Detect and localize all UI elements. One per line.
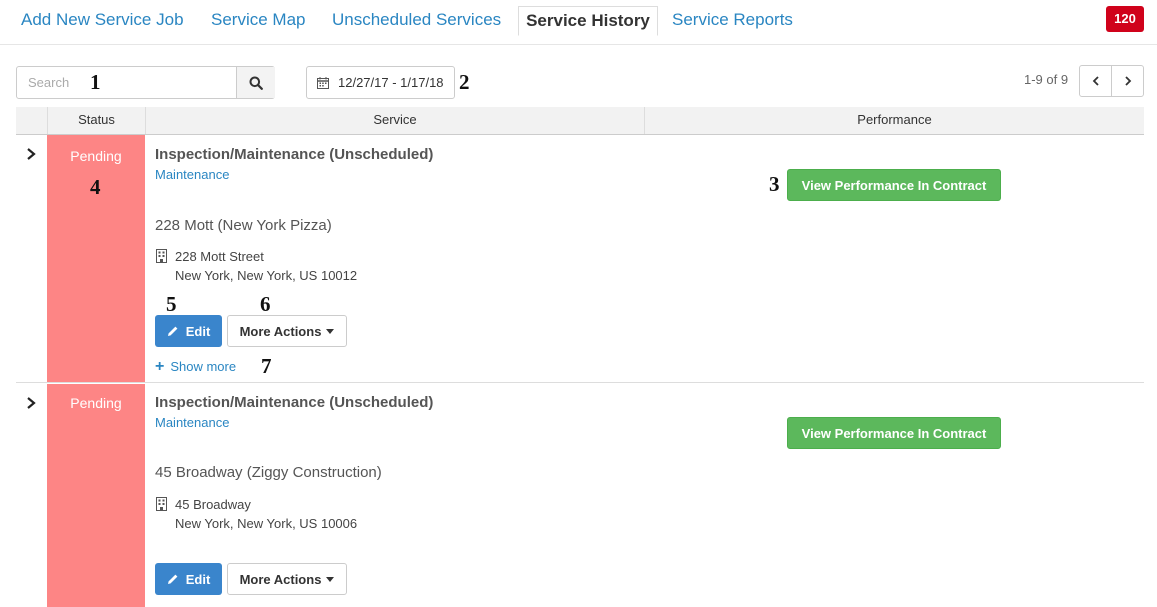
search-icon — [249, 76, 263, 90]
plus-icon: + — [155, 358, 165, 375]
notification-badge[interactable]: 120 — [1106, 6, 1144, 32]
caret-down-icon — [326, 328, 335, 334]
column-header-service: Service — [145, 107, 644, 134]
more-actions-label: More Actions — [239, 323, 322, 339]
view-performance-button[interactable]: View Performance In Contract — [787, 417, 1001, 449]
pencil-icon — [167, 326, 178, 336]
address-line-1: 45 Broadway — [175, 497, 251, 512]
pagination-count: 1-9 of 9 — [1024, 72, 1069, 87]
more-actions-label: More Actions — [239, 571, 322, 587]
column-header-performance: Performance — [644, 107, 1144, 134]
annotation-5: 5 — [166, 292, 177, 316]
annotation-6: 6 — [260, 292, 271, 316]
show-more-link[interactable]: + Show more — [155, 358, 237, 375]
expand-chevron-icon[interactable] — [24, 396, 38, 410]
service-location: 45 Broadway (Ziggy Construction) — [155, 464, 382, 481]
status-badge: Pending — [70, 148, 122, 164]
chevron-right-icon — [1124, 76, 1131, 86]
service-title: Inspection/Maintenance (Unscheduled) — [155, 394, 434, 411]
caret-down-icon — [326, 576, 335, 582]
pencil-icon — [167, 574, 178, 584]
service-type-link[interactable]: Maintenance — [155, 415, 229, 430]
edit-label: Edit — [185, 323, 211, 339]
more-actions-button[interactable]: More Actions — [227, 563, 347, 595]
table-row: Pending Inspection/Maintenance (Unschedu… — [16, 384, 1144, 607]
nav-add-new-service-job[interactable]: Add New Service Job — [21, 10, 184, 30]
nav-unscheduled-services[interactable]: Unscheduled Services — [332, 10, 501, 30]
search-button[interactable] — [236, 67, 275, 98]
view-performance-button[interactable]: View Performance In Contract — [787, 169, 1001, 201]
date-range-picker[interactable]: 12/27/17 - 1/17/18 — [306, 66, 455, 99]
more-actions-button[interactable]: More Actions — [227, 315, 347, 347]
edit-button[interactable]: Edit — [155, 563, 222, 595]
nav-service-map[interactable]: Service Map — [211, 10, 305, 30]
address-line-1: 228 Mott Street — [175, 249, 264, 264]
annotation-2: 2 — [459, 70, 470, 94]
nav-service-history-tab[interactable]: Service History — [518, 6, 658, 36]
annotation-4: 4 — [90, 175, 101, 199]
pagination-prev-button[interactable] — [1079, 65, 1112, 97]
building-icon — [156, 249, 167, 263]
calendar-icon — [317, 76, 329, 89]
search-input[interactable] — [17, 67, 236, 98]
annotation-1: 1 — [90, 70, 101, 94]
column-header-status: Status — [47, 107, 145, 134]
building-icon — [156, 497, 167, 511]
annotation-7: 7 — [261, 354, 272, 378]
status-badge: Pending — [70, 395, 122, 411]
date-range-text: 12/27/17 - 1/17/18 — [338, 75, 444, 90]
status-cell: Pending — [47, 384, 145, 607]
pagination-next-button[interactable] — [1111, 65, 1144, 97]
search-box — [16, 66, 275, 99]
address-line-2: New York, New York, US 10012 — [175, 268, 358, 283]
status-cell: Pending 4 — [47, 135, 145, 382]
edit-label: Edit — [185, 571, 211, 587]
expand-chevron-icon[interactable] — [24, 147, 38, 161]
chevron-left-icon — [1092, 76, 1099, 86]
service-location: 228 Mott (New York Pizza) — [155, 217, 332, 234]
nav-service-reports[interactable]: Service Reports — [672, 10, 793, 30]
table-row: Pending 4 Inspection/Maintenance (Unsche… — [16, 135, 1144, 383]
top-nav: Add New Service Job Service Map Unschedu… — [0, 0, 1157, 45]
edit-button[interactable]: Edit — [155, 315, 222, 347]
show-more-label: Show more — [170, 359, 237, 374]
annotation-3: 3 — [769, 172, 780, 196]
table-header: Status Service Performance — [16, 107, 1144, 135]
service-title: Inspection/Maintenance (Unscheduled) — [155, 146, 434, 163]
service-type-link[interactable]: Maintenance — [155, 167, 229, 182]
address-line-2: New York, New York, US 10006 — [175, 516, 358, 531]
